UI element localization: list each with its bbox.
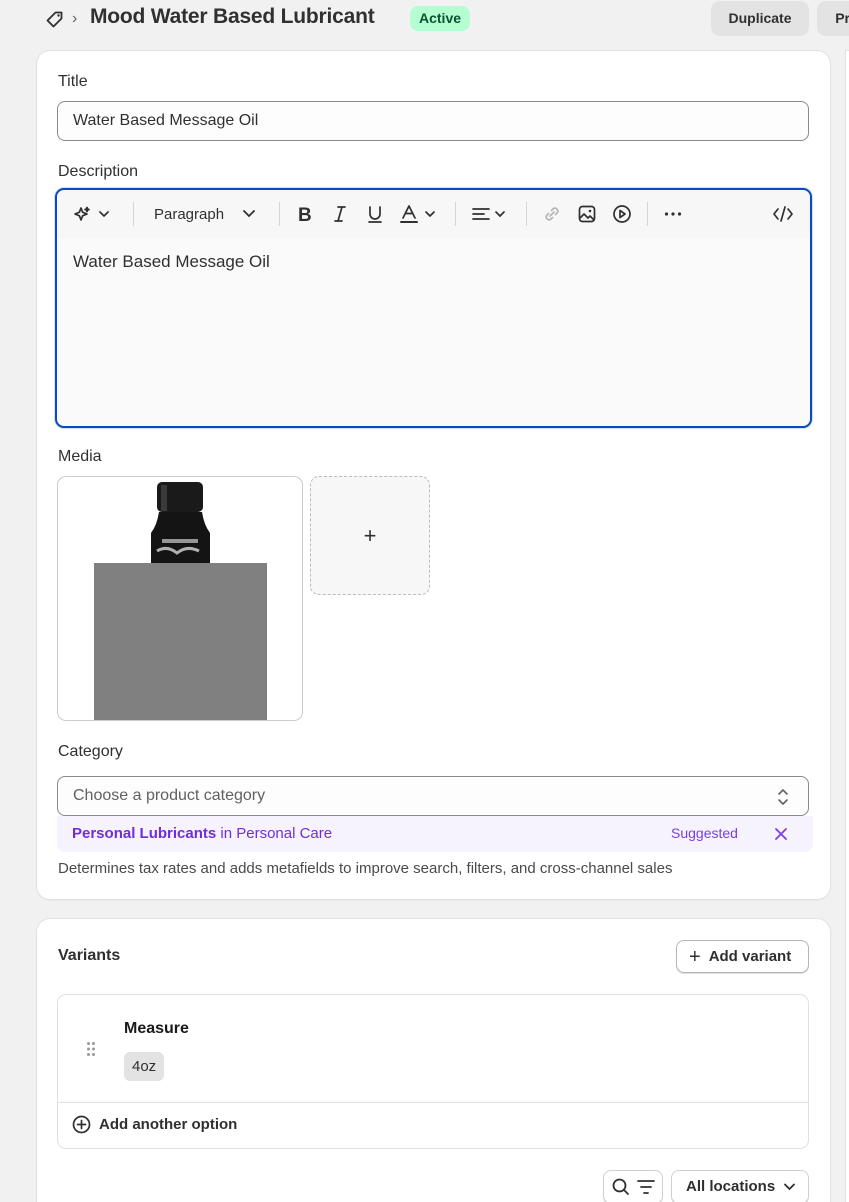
category-label: Category <box>58 743 123 760</box>
variants-title: Variants <box>58 947 121 964</box>
svg-text:B: B <box>298 205 312 224</box>
code-icon[interactable] <box>772 202 794 226</box>
title-label: Title <box>58 73 88 90</box>
preview-button[interactable]: Pre <box>817 1 849 36</box>
page-header: › Mood Water Based Lubricant Active Dupl… <box>0 0 849 40</box>
divider <box>58 1102 808 1103</box>
add-variant-label: Add variant <box>708 948 792 965</box>
title-input[interactable]: Water Based Message Oil <box>57 101 809 141</box>
suggested-category-link[interactable]: Personal Lubricants in Personal Care <box>72 825 332 842</box>
align-icon[interactable] <box>471 202 509 226</box>
paragraph-label: Paragraph <box>154 205 225 223</box>
variant-options: Measure 4oz Add another option <box>57 994 809 1149</box>
underline-icon[interactable] <box>366 202 384 226</box>
search-filter-button[interactable] <box>603 1170 663 1202</box>
close-icon[interactable] <box>773 826 789 842</box>
option-value-chip[interactable]: 4oz <box>124 1052 165 1081</box>
chevron-right-icon: › <box>72 10 78 27</box>
text-color-icon[interactable] <box>400 202 438 226</box>
status-badge: Active <box>410 6 471 31</box>
duplicate-button[interactable]: Duplicate <box>711 1 809 36</box>
category-suggestion[interactable]: Personal Lubricants in Personal Care Sug… <box>57 816 813 852</box>
option-name[interactable]: Measure <box>124 1020 189 1038</box>
media-label: Media <box>58 448 102 465</box>
video-icon[interactable] <box>612 202 632 226</box>
editor-toolbar: Paragraph B <box>57 190 810 238</box>
image-icon[interactable] <box>577 202 597 226</box>
link-icon <box>542 202 562 226</box>
drag-handle-icon[interactable] <box>86 1041 96 1057</box>
page-title: Mood Water Based Lubricant <box>90 5 375 28</box>
select-arrows-icon <box>778 789 788 805</box>
plus-circle-icon <box>72 1115 91 1134</box>
product-image[interactable] <box>57 476 303 721</box>
suggested-category-name: Personal Lubricants <box>72 825 217 842</box>
plus-icon: + <box>363 522 377 548</box>
description-label: Description <box>58 163 139 180</box>
tag-icon[interactable] <box>44 9 66 31</box>
more-icon[interactable] <box>663 202 683 226</box>
chevron-down-icon <box>784 1183 795 1191</box>
bold-icon[interactable]: B <box>297 202 313 226</box>
variants-card: Variants + Add variant Measure 4oz Add a… <box>37 919 830 1202</box>
add-option-label: Add another option <box>99 1116 238 1133</box>
paragraph-select[interactable]: Paragraph <box>154 202 256 226</box>
description-text[interactable]: Water Based Message Oil <box>73 252 270 272</box>
plus-icon: + <box>689 945 701 968</box>
suggested-category-parent: in Personal Care <box>220 825 333 842</box>
description-editor[interactable]: Paragraph B Water Based Message Oil <box>55 188 812 428</box>
magic-icon[interactable] <box>73 202 113 226</box>
italic-icon[interactable] <box>332 202 348 226</box>
locations-label: All locations <box>686 1178 776 1195</box>
add-option-button[interactable]: Add another option <box>72 1115 237 1134</box>
locations-select[interactable]: All locations <box>671 1170 809 1202</box>
category-select[interactable]: Choose a product category <box>57 776 809 816</box>
category-placeholder: Choose a product category <box>73 787 266 804</box>
suggested-tag: Suggested <box>671 825 738 841</box>
add-variant-button[interactable]: + Add variant <box>676 940 809 973</box>
category-help-text: Determines tax rates and adds metafields… <box>58 860 673 877</box>
add-media-button[interactable]: + <box>310 476 430 595</box>
product-details-card: Title Water Based Message Oil Descriptio… <box>37 51 830 899</box>
